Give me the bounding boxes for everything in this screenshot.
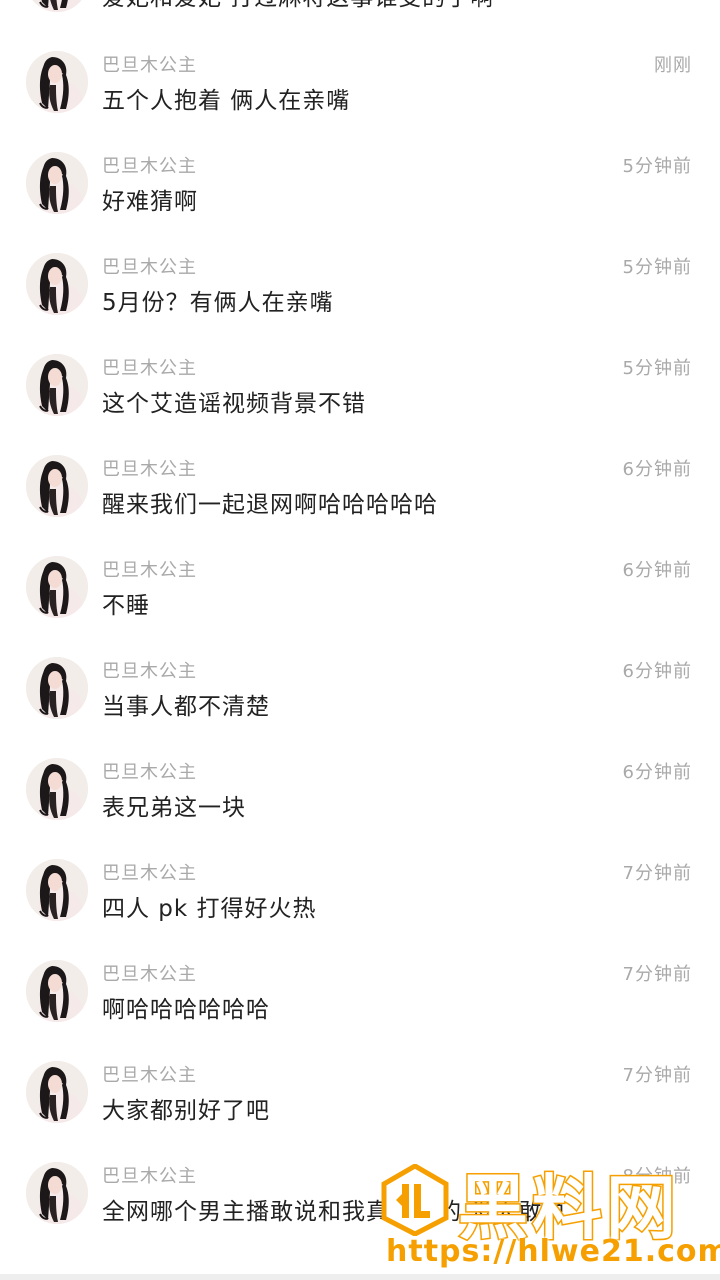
comment-username[interactable]: 巴旦木公主 xyxy=(102,859,197,885)
comment-row[interactable]: 巴旦木公主 7分钟前啊哈哈哈哈哈哈 xyxy=(0,948,720,1049)
comment-row[interactable]: 巴旦木公主 5分钟前好难猜啊 xyxy=(0,140,720,241)
avatar-woman-portrait-icon xyxy=(26,1061,88,1123)
comment-username[interactable]: 巴旦木公主 xyxy=(102,152,197,178)
comment-username[interactable]: 巴旦木公主 xyxy=(102,1162,197,1188)
avatar-woman-portrait-icon xyxy=(26,152,88,214)
comment-text: 不睡 xyxy=(102,593,150,619)
avatar-woman-portrait-icon xyxy=(26,51,88,113)
comment-row[interactable]: 巴旦木公主 6分钟前表兄弟这一块 xyxy=(0,746,720,847)
avatar-woman-portrait-icon xyxy=(26,455,88,517)
avatar[interactable] xyxy=(26,1061,88,1123)
comment-text: 好难猜啊 xyxy=(102,189,198,215)
comment-text: 5月份？有俩人在亲嘴 xyxy=(102,290,334,316)
avatar[interactable] xyxy=(26,455,88,517)
avatar[interactable] xyxy=(26,657,88,719)
comment-username[interactable]: 巴旦木公主 xyxy=(102,455,197,481)
comment-timestamp: 5分钟前 xyxy=(622,156,692,177)
comment-row[interactable]: 爱妃和爱妃 打过麻将这事谁受的了啊 xyxy=(0,0,720,39)
avatar[interactable] xyxy=(26,152,88,214)
comment-timestamp: 5分钟前 xyxy=(622,257,692,278)
comment-text: 四人 pk 打得好火热 xyxy=(102,896,317,922)
avatar[interactable] xyxy=(26,556,88,618)
comment-timestamp: 5分钟前 xyxy=(622,358,692,379)
comment-row[interactable]: 巴旦木公主 刚刚五个人抱着 俩人在亲嘴 xyxy=(0,39,720,140)
avatar-woman-portrait-icon xyxy=(26,1162,88,1224)
comment-row[interactable]: 巴旦木公主 7分钟前四人 pk 打得好火热 xyxy=(0,847,720,948)
comment-text: 五个人抱着 俩人在亲嘴 xyxy=(102,88,351,114)
avatar-woman-portrait-icon xyxy=(26,253,88,315)
comment-username[interactable]: 巴旦木公主 xyxy=(102,354,197,380)
avatar[interactable] xyxy=(26,1162,88,1224)
comment-username[interactable]: 巴旦木公主 xyxy=(102,657,197,683)
comment-text: 爱妃和爱妃 打过麻将这事谁受的了啊 xyxy=(102,0,494,12)
avatar[interactable] xyxy=(26,960,88,1022)
comment-text: 醒来我们一起退网啊哈哈哈哈哈 xyxy=(102,492,438,518)
avatar-woman-portrait-icon xyxy=(26,758,88,820)
watermark: 黑料网 https://hlwe21.com xyxy=(380,1158,720,1270)
avatar[interactable] xyxy=(26,0,88,12)
avatar-woman-portrait-icon xyxy=(26,657,88,719)
comment-row[interactable]: 巴旦木公主 7分钟前大家都别好了吧 xyxy=(0,1049,720,1150)
comment-row[interactable]: 巴旦木公主 5分钟前这个艾造谣视频背景不错 xyxy=(0,342,720,443)
avatar[interactable] xyxy=(26,51,88,113)
watermark-logo-icon xyxy=(381,1164,449,1236)
avatar-woman-portrait-icon xyxy=(26,0,88,12)
comment-row[interactable]: 巴旦木公主 6分钟前醒来我们一起退网啊哈哈哈哈哈 xyxy=(0,443,720,544)
comment-timestamp: 7分钟前 xyxy=(622,1065,692,1086)
avatar[interactable] xyxy=(26,354,88,416)
watermark-url: https://hlwe21.com xyxy=(386,1234,720,1269)
comment-timestamp: 6分钟前 xyxy=(622,661,692,682)
avatar-woman-portrait-icon xyxy=(26,960,88,1022)
comment-timestamp: 7分钟前 xyxy=(622,863,692,884)
comment-username[interactable]: 巴旦木公主 xyxy=(102,960,197,986)
comment-text: 这个艾造谣视频背景不错 xyxy=(102,391,366,417)
comment-timestamp: 刚刚 xyxy=(654,55,692,76)
comment-text: 当事人都不清楚 xyxy=(102,694,270,720)
comment-text: 表兄弟这一块 xyxy=(102,795,246,821)
comment-username[interactable]: 巴旦木公主 xyxy=(102,1061,197,1087)
comment-username[interactable]: 巴旦木公主 xyxy=(102,758,197,784)
bottom-scroll-bar xyxy=(0,1274,720,1280)
avatar[interactable] xyxy=(26,253,88,315)
comment-timestamp: 6分钟前 xyxy=(622,762,692,783)
comment-row[interactable]: 巴旦木公主 6分钟前不睡 xyxy=(0,544,720,645)
comment-timestamp: 6分钟前 xyxy=(622,560,692,581)
avatar-woman-portrait-icon xyxy=(26,556,88,618)
comment-timestamp: 6分钟前 xyxy=(622,459,692,480)
avatar[interactable] xyxy=(26,758,88,820)
comment-text: 大家都别好了吧 xyxy=(102,1098,270,1124)
avatar[interactable] xyxy=(26,859,88,921)
comment-username[interactable]: 巴旦木公主 xyxy=(102,253,197,279)
avatar-woman-portrait-icon xyxy=(26,859,88,921)
comment-timestamp: 7分钟前 xyxy=(622,964,692,985)
comment-username[interactable]: 巴旦木公主 xyxy=(102,556,197,582)
avatar-woman-portrait-icon xyxy=(26,354,88,416)
comment-row[interactable]: 巴旦木公主 5分钟前 5月份？有俩人在亲嘴 xyxy=(0,241,720,342)
comment-text: 啊哈哈哈哈哈哈 xyxy=(102,997,270,1023)
comment-list: 爱妃和爱妃 打过麻将这事谁受的了啊 巴旦木公主 刚刚五个人抱着 俩人在亲嘴 巴旦木… xyxy=(0,0,720,1251)
comment-row[interactable]: 巴旦木公主 6分钟前当事人都不清楚 xyxy=(0,645,720,746)
comment-username[interactable]: 巴旦木公主 xyxy=(102,51,197,77)
